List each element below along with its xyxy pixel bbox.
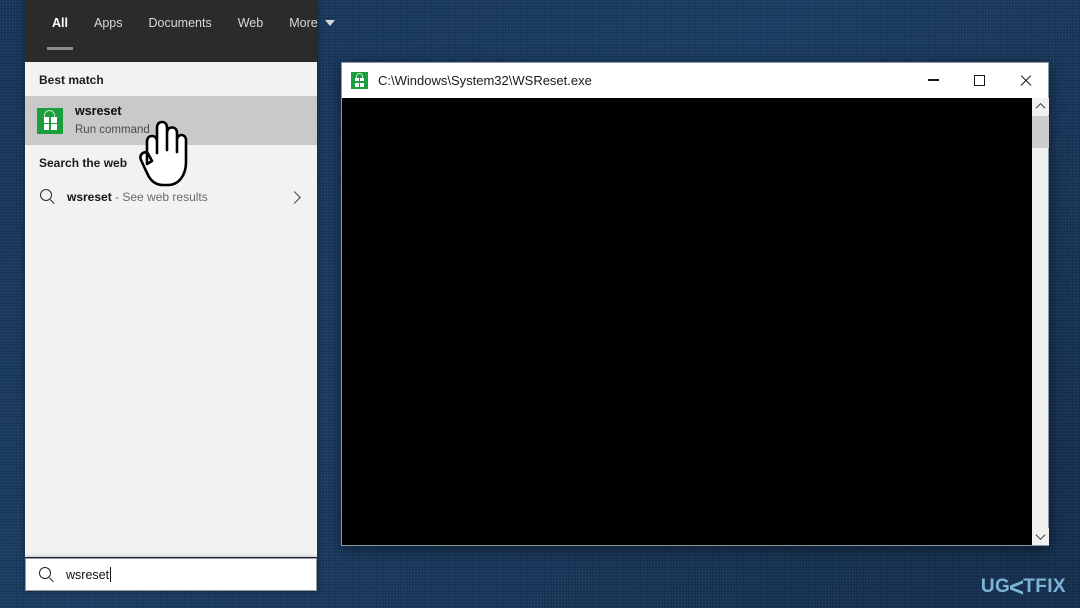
best-match-title: wsreset (75, 104, 122, 118)
console-output-text[interactable] (342, 98, 1031, 545)
tab-all[interactable]: All (39, 0, 81, 50)
scroll-thumb[interactable] (1032, 116, 1049, 148)
search-filter-tabs: All Apps Documents Web More (25, 0, 335, 62)
search-input[interactable]: wsreset (66, 568, 109, 582)
best-match-result-wsreset[interactable]: wsreset Run command (25, 96, 317, 145)
tab-apps[interactable]: Apps (81, 0, 136, 46)
best-match-subtitle: Run command (75, 123, 150, 136)
chevron-up-icon (1035, 102, 1046, 113)
tab-web-label: Web (237, 16, 264, 30)
search-input-value-wrapper: wsreset (66, 567, 112, 582)
close-button[interactable] (1002, 63, 1048, 98)
tab-web[interactable]: Web (225, 0, 276, 46)
chevron-down-icon (1035, 530, 1046, 541)
scroll-down-arrow[interactable] (1032, 528, 1049, 545)
minimize-icon (927, 79, 939, 81)
tab-more-label: More (289, 16, 318, 30)
tab-apps-label: Apps (93, 16, 123, 30)
best-match-header: Best match (39, 73, 104, 87)
tab-more[interactable]: More (276, 0, 347, 46)
microsoft-store-icon (37, 107, 63, 134)
scroll-up-arrow[interactable] (1032, 98, 1049, 115)
console-body (342, 98, 1049, 545)
chevron-down-icon (324, 20, 335, 26)
desktop-background: All Apps Documents Web More Best match w… (0, 0, 1080, 608)
taskbar-search-box[interactable]: wsreset (25, 558, 317, 591)
tab-all-label: All (52, 16, 68, 30)
web-result-row[interactable]: wsreset - See web results (25, 179, 317, 215)
watermark-e-glyph (1010, 580, 1023, 594)
best-match-text-block: wsreset Run command (75, 104, 150, 137)
search-results-area: Best match wsreset Run command Search th… (25, 62, 317, 557)
watermark-suffix: TFIX (1023, 576, 1066, 597)
tab-active-indicator (46, 47, 73, 50)
minimize-button[interactable] (910, 63, 956, 98)
console-title-bar[interactable]: C:\Windows\System32\WSReset.exe (342, 63, 1048, 98)
maximize-icon (973, 74, 985, 86)
web-result-suffix: - See web results (111, 190, 208, 204)
window-title: C:\Windows\System32\WSReset.exe (378, 72, 592, 88)
text-caret (110, 567, 112, 582)
window-controls (910, 63, 1048, 98)
close-icon (1019, 74, 1032, 87)
web-result-query: wsreset (67, 190, 112, 204)
search-the-web-header: Search the web (39, 156, 128, 170)
watermark-prefix: UG (980, 576, 1011, 597)
windows-logo-glyph (43, 117, 57, 130)
tab-documents[interactable]: Documents (135, 0, 224, 46)
windows-logo-glyph (355, 77, 364, 87)
search-icon (39, 188, 57, 206)
start-search-panel: All Apps Documents Web More Best match w… (25, 0, 335, 557)
chevron-right-icon[interactable] (288, 190, 301, 204)
search-icon (38, 566, 55, 583)
web-result-label: wsreset - See web results (67, 190, 208, 204)
maximize-button[interactable] (956, 63, 1002, 98)
console-vertical-scrollbar[interactable] (1031, 98, 1049, 545)
tab-documents-label: Documents (148, 16, 212, 30)
wsreset-console-window: C:\Windows\System32\WSReset.exe (341, 62, 1049, 546)
microsoft-store-icon (351, 71, 368, 89)
ugetfix-watermark: UG TFIX (981, 576, 1066, 598)
